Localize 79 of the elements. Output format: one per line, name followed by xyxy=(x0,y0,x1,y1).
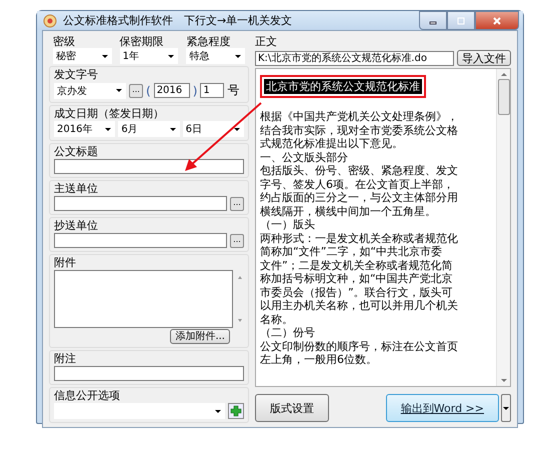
field-label: 成文日期（签发日期） xyxy=(54,107,165,120)
dropdown[interactable]: 秘密 xyxy=(53,48,112,64)
file-path-field[interactable]: K:\北京市党的系统公文规范化标准.do xyxy=(255,50,454,66)
caret-icon xyxy=(102,54,108,58)
add-icon[interactable] xyxy=(228,403,244,419)
browse-button[interactable]: ... xyxy=(230,196,244,210)
year-field[interactable]: 2016 xyxy=(154,83,190,98)
field-label: 抄送单位 xyxy=(54,219,99,232)
browse-button[interactable]: ... xyxy=(230,234,244,248)
text-line: 以用主办机关名称，也可以并用几个机关 xyxy=(260,299,459,312)
text-line: （二）份号 xyxy=(260,326,316,340)
text-line: 结合我市实际，现对全市党委系统公文格 xyxy=(260,124,459,137)
text-line: 根据《中国共产党机关公文处理条例》， xyxy=(260,110,459,124)
field-label: 公文标题 xyxy=(54,145,99,158)
caret-icon xyxy=(168,54,174,58)
field-label: 附注 xyxy=(54,352,77,365)
attachment-list[interactable] xyxy=(54,270,233,328)
title-field[interactable] xyxy=(54,159,244,174)
field-label: 信息公开选项 xyxy=(54,389,121,402)
maximize-button[interactable] xyxy=(447,11,475,30)
add-attachment-button[interactable]: 添加附件... xyxy=(170,329,230,344)
document-text-area[interactable] xyxy=(255,68,511,387)
year-dropdown[interactable]: 2016年 xyxy=(54,121,116,137)
text-line: 两种形式：一是发文机关全称或者规范化 xyxy=(260,232,459,245)
parenthesis: ) xyxy=(192,84,198,98)
caret-icon xyxy=(234,128,240,130)
scroll-up-icon[interactable] xyxy=(500,73,506,76)
caret-icon xyxy=(235,54,242,58)
caret-icon xyxy=(170,128,176,130)
dropdown[interactable]: 1年 xyxy=(120,48,178,64)
field-label: 主送单位 xyxy=(54,182,99,195)
text-line: 文件”；二是发文机关全称或者规范化简 xyxy=(260,258,454,272)
text-line: 约占版面的三分之一，与公文主体部分用 xyxy=(260,191,459,204)
scrollbar[interactable] xyxy=(496,69,510,386)
text-line: 包括版头、份号、密级、紧急程度、发文 xyxy=(260,164,459,178)
text-line: 横线隔开，横线中间加一个五角星。 xyxy=(260,204,437,218)
field-label: 发文字号 xyxy=(54,68,99,81)
text-line: 式规范化标准提出以下意见。 xyxy=(260,137,404,150)
input-field[interactable] xyxy=(54,233,227,248)
close-button[interactable] xyxy=(475,11,519,30)
parenthesis: ( xyxy=(146,84,151,98)
text-line: 一、公文版头部分 xyxy=(260,150,348,164)
scroll-down-icon[interactable] xyxy=(500,379,506,382)
close-icon xyxy=(492,16,502,26)
text-line: 公文印制份数的顺序号，标注在公文首页 xyxy=(260,340,459,353)
dropdown-arrow-button[interactable] xyxy=(501,394,511,422)
field-label: 正文 xyxy=(255,35,278,48)
export-word-button[interactable]: 输出到Word >> xyxy=(386,394,499,422)
field-label: 附件 xyxy=(54,256,77,269)
text-line: （一）版头 xyxy=(260,218,316,232)
field-label: 保密期限 xyxy=(120,35,165,48)
text-line: 市委员会（报告）”。联合行文，版头可 xyxy=(260,286,454,299)
layout-settings-button[interactable]: 版式设置 xyxy=(255,394,329,422)
number-suffix: 号 xyxy=(227,82,240,99)
note-field[interactable] xyxy=(54,366,244,381)
window-title: 公文标准格式制作软件 下行文→单一机关发文 xyxy=(63,13,292,28)
scroll-thumb[interactable] xyxy=(498,79,510,115)
month-dropdown[interactable]: 6月 xyxy=(118,121,180,137)
minimize-button[interactable] xyxy=(419,11,447,30)
field-label: 紧急程度 xyxy=(186,35,232,48)
document-heading: 北京市党的系统公文规范化标准 xyxy=(264,79,422,94)
import-file-button[interactable]: 导入文件 xyxy=(457,50,511,66)
app-icon xyxy=(43,14,57,28)
browse-button[interactable]: ... xyxy=(129,84,143,98)
text-line: 字号、签发人6项。在公文首页上半部， xyxy=(260,178,455,191)
caret-icon xyxy=(215,410,221,412)
day-dropdown[interactable]: 6日 xyxy=(182,121,244,137)
maximize-icon xyxy=(456,16,466,26)
text-line: 左上角，一般用6位数。 xyxy=(260,353,378,366)
field-label: 密级 xyxy=(53,35,76,48)
dropdown[interactable]: 京办发 xyxy=(54,82,126,98)
input-field[interactable] xyxy=(54,196,227,211)
number-field[interactable]: 1 xyxy=(200,83,224,98)
text-line: 名称。 xyxy=(260,312,294,326)
caret-icon xyxy=(105,128,112,130)
dropdown[interactable]: 特急 xyxy=(186,48,246,64)
text-line: 称加括号标明文种，如“中国共产党北京 xyxy=(260,272,454,286)
caret-icon xyxy=(116,89,122,92)
text-line: 简称加“文件”二字，如“中共北京市委 xyxy=(260,245,444,258)
